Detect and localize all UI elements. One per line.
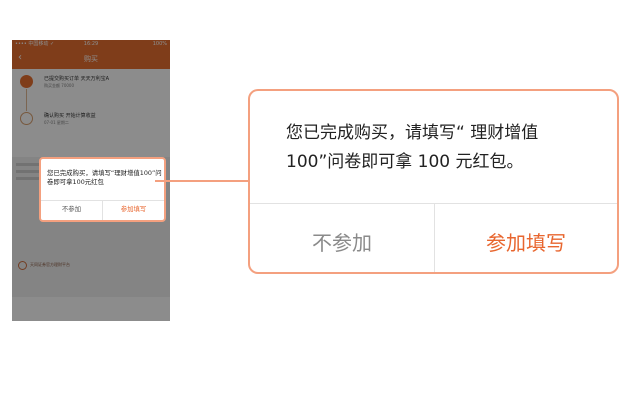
- accept-button[interactable]: 参加填写: [103, 204, 164, 213]
- dialog-message: 您已完成购买，请填写“ 理财增值100”问卷即可拿 100 元红包。: [286, 123, 539, 172]
- phone-screenshot: 已提交购买订单 天天万利宝A 购买金额 70000 确认购买 开始计算收益 07…: [12, 40, 170, 321]
- decline-button[interactable]: 不参加: [41, 204, 102, 213]
- accept-button[interactable]: 参加填写: [435, 227, 617, 256]
- survey-dialog-zoomed: 您已完成购买，请填写“ 理财增值100”问卷即可拿 100 元红包。 不参加 参…: [248, 89, 619, 274]
- callout-connector: [155, 180, 248, 182]
- survey-dialog-mini: 您已完成购买，请填写“理财增值100”问卷即可拿100元红包 不参加 参加填写: [39, 157, 166, 222]
- dialog-message: 您已完成购买，请填写“理财增值100”问卷即可拿100元红包: [47, 169, 162, 186]
- decline-button[interactable]: 不参加: [250, 227, 434, 256]
